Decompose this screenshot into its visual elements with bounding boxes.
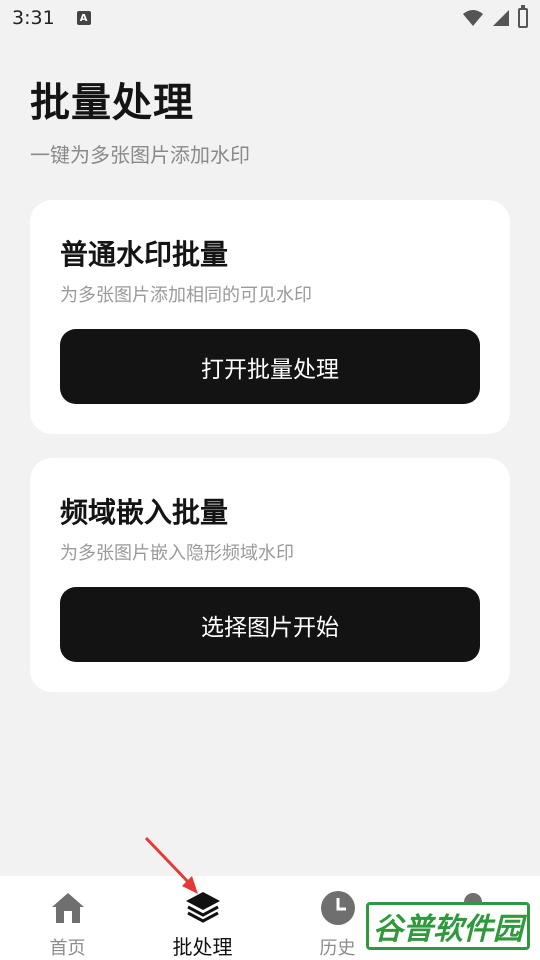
notification-a-icon: A: [76, 11, 91, 25]
home-icon: [48, 888, 88, 928]
page-subtitle: 一键为多张图片添加水印: [30, 143, 250, 167]
card-description: 为多张图片嵌入隐形频域水印: [60, 543, 294, 564]
nav-label: 首页: [49, 938, 86, 959]
card-title: 普通水印批量: [60, 238, 229, 271]
open-batch-button[interactable]: 打开批量处理: [60, 329, 480, 404]
normal-watermark-batch-card: 普通水印批量 为多张图片添加相同的可见水印 打开批量处理: [30, 200, 510, 434]
nav-item-home[interactable]: 首页: [0, 876, 135, 960]
status-icons: [462, 5, 528, 28]
wifi-icon: [463, 10, 483, 26]
battery-icon: [518, 5, 528, 28]
card-description: 为多张图片添加相同的可见水印: [60, 285, 312, 306]
nav-label: 历史: [319, 938, 356, 959]
frequency-embed-batch-card: 频域嵌入批量 为多张图片嵌入隐形频域水印 选择图片开始: [30, 458, 510, 692]
select-images-button[interactable]: 选择图片开始: [60, 587, 480, 662]
page-title: 批量处理: [30, 80, 194, 126]
clock-icon: [318, 888, 358, 928]
site-watermark-logo: 谷普软件园: [366, 902, 530, 950]
card-title: 频域嵌入批量: [60, 496, 229, 529]
signal-icon: [493, 10, 509, 26]
status-time: 3:31: [12, 7, 55, 29]
annotation-arrow-icon: [144, 836, 198, 894]
status-bar: 3:31 A: [0, 0, 540, 36]
nav-label: 批处理: [172, 935, 233, 959]
